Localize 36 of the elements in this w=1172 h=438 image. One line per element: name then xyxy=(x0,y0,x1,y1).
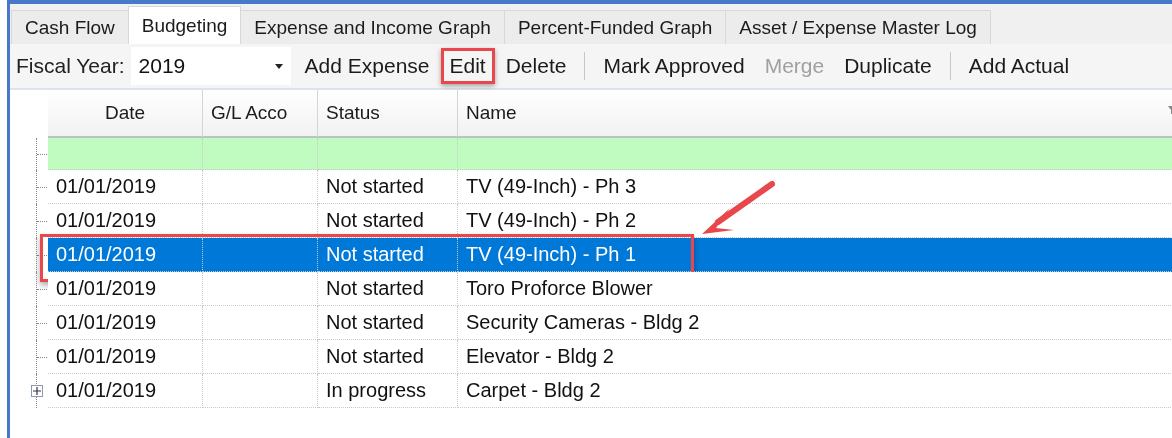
tab[interactable]: Asset / Expense Master Log xyxy=(725,10,991,44)
table-cell: Not started xyxy=(318,306,458,340)
table-cell: Not started xyxy=(318,170,458,204)
tab[interactable]: Expense and Income Graph xyxy=(240,10,505,44)
tab[interactable]: Cash Flow xyxy=(11,10,129,44)
new-row-cell[interactable] xyxy=(458,138,1172,170)
table-cell: TV (49-Inch) - Ph 1 xyxy=(458,238,1172,272)
tab[interactable]: Budgeting xyxy=(127,6,242,44)
new-row-cell[interactable] xyxy=(203,138,318,170)
toolbar-button[interactable]: Edit xyxy=(440,48,495,84)
table-cell: Not started xyxy=(318,272,458,306)
table-cell: 01/01/2019 xyxy=(48,170,203,204)
expand-icon[interactable] xyxy=(31,385,43,397)
toolbar-button[interactable]: Mark Approved xyxy=(594,48,754,84)
table-cell: Not started xyxy=(318,238,458,272)
new-row-cell[interactable] xyxy=(318,138,458,170)
fiscal-year-label: Fiscal Year: xyxy=(16,54,125,78)
column-header[interactable]: G/L Acco xyxy=(203,90,318,138)
fiscal-year-dropdown[interactable]: 2019 xyxy=(130,47,291,85)
table-cell: 01/01/2019 xyxy=(48,340,203,374)
table-cell: 01/01/2019 xyxy=(48,238,203,272)
new-row-cell[interactable] xyxy=(48,138,203,170)
table-cell: 01/01/2019 xyxy=(48,272,203,306)
toolbar-button[interactable]: Delete xyxy=(496,48,576,84)
table-cell: Toro Proforce Blower xyxy=(458,272,1172,306)
table-cell: 01/01/2019 xyxy=(48,374,203,408)
table-cell: In progress xyxy=(318,374,458,408)
caret-icon xyxy=(274,63,283,69)
toolbar-button[interactable]: Add Expense xyxy=(295,48,439,84)
column-header[interactable]: Status xyxy=(318,90,458,138)
column-header[interactable]: Date xyxy=(48,90,203,138)
toolbar-button[interactable]: Duplicate xyxy=(835,48,941,84)
table-cell: Not started xyxy=(318,340,458,374)
tab[interactable]: Percent-Funded Graph xyxy=(503,10,727,44)
table-cell: 01/01/2019 xyxy=(48,306,203,340)
toolbar-button[interactable]: Add Actual xyxy=(959,48,1079,84)
